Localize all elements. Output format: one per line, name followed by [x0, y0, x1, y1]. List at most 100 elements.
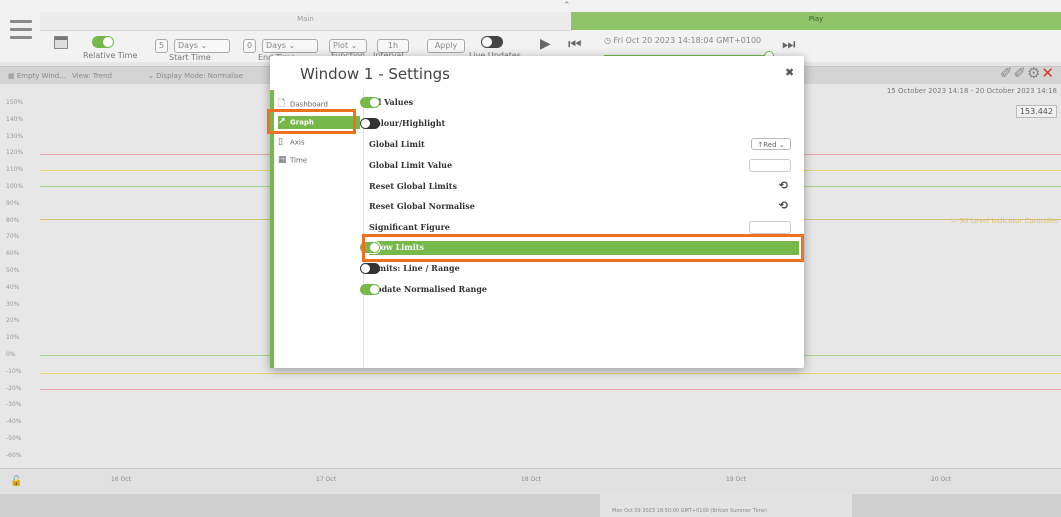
- start-time-label: Start Time: [169, 53, 211, 62]
- limits-line-range-toggle[interactable]: [360, 263, 380, 274]
- global-limit-value: ↑Red: [757, 141, 777, 149]
- setting-label: Significant Figure: [369, 222, 450, 232]
- collapse-caret-icon[interactable]: ⌃: [563, 1, 571, 11]
- end-unit-select[interactable]: Days ⌄: [262, 39, 318, 53]
- setting-label: Global Limit Value: [369, 160, 453, 170]
- update-normalised-range-toggle[interactable]: [360, 284, 380, 295]
- calendar-icon[interactable]: [54, 36, 68, 49]
- play-tab-label: Play: [808, 15, 824, 23]
- x-tick-label: 18 Oct: [521, 476, 541, 483]
- main-tab[interactable]: Main: [40, 12, 571, 31]
- end-unit-value: Days: [266, 41, 286, 50]
- y-tick-label: 30%: [6, 300, 20, 308]
- y-tick-label: 100%: [6, 183, 24, 190]
- live-updates-toggle[interactable]: [481, 36, 503, 48]
- global-limit-value-input[interactable]: [749, 159, 791, 172]
- tag-icon[interactable]: ✐: [1000, 64, 1014, 82]
- y-tick-label: 0%: [6, 351, 16, 358]
- colour-highlight-toggle[interactable]: [360, 118, 380, 129]
- y-tick-label: 50%: [6, 267, 20, 274]
- all-values-toggle[interactable]: [360, 97, 380, 108]
- tag-alt-icon[interactable]: ✐: [1013, 64, 1027, 82]
- highlight-show-limits: [362, 234, 804, 262]
- y-tick-label: 120%: [6, 149, 24, 157]
- setting-global-limit: Global Limit ↑Red ⌄: [369, 138, 799, 152]
- setting-label: Colour/Highlight: [369, 118, 446, 128]
- window-label: ▦ Empty Wind...: [8, 72, 66, 80]
- x-tick-label: 16 Oct: [111, 476, 131, 483]
- y-tick-label: 70%: [6, 233, 20, 241]
- menu-icon[interactable]: [10, 20, 32, 44]
- play-icon[interactable]: ▶: [540, 36, 551, 52]
- chart-range-label: 15 October 2023 14:18 - 20 October 2023 …: [886, 87, 1057, 95]
- y-tick-label: 40%: [6, 283, 20, 291]
- grid-icon: ▦: [8, 72, 15, 80]
- close-icon[interactable]: ✖: [785, 66, 794, 79]
- date-display-text: Fri Oct 20 2023 14:18:04 GMT+0100: [613, 36, 762, 45]
- refresh-icon[interactable]: ⟲: [779, 179, 788, 192]
- skip-end-icon[interactable]: ⏭: [782, 35, 796, 53]
- highlight-graph-nav: [267, 109, 356, 134]
- window-label-text: Empty Wind...: [16, 72, 66, 80]
- y-tick-label: -20%: [6, 384, 22, 392]
- start-unit-value: Days: [178, 41, 198, 50]
- y-tick-label: 90%: [6, 199, 20, 207]
- lock-icon[interactable]: 🔓: [10, 476, 22, 487]
- display-mode-label[interactable]: ⌄ Display Mode: Normalise: [148, 72, 243, 80]
- x-tick-label: 20 Oct: [931, 476, 951, 483]
- y-tick-label: -50%: [6, 435, 22, 442]
- refresh-icon[interactable]: ⟲: [779, 199, 788, 212]
- indicator-label: — 50 Level Indicator Controller: [950, 217, 1059, 225]
- y-tick-label: 80%: [6, 216, 20, 224]
- setting-label: Update Normalised Range: [369, 284, 487, 294]
- date-display: ◷ Fri Oct 20 2023 14:18:04 GMT+0100: [604, 36, 761, 45]
- y-tick-label: 150%: [6, 99, 24, 106]
- dialog-title: Window 1 - Settings: [300, 65, 450, 83]
- y-tick-label: 60%: [6, 250, 20, 258]
- setting-colour-highlight: Colour/Highlight: [360, 117, 799, 131]
- axis-icon: ▯: [278, 137, 283, 147]
- top-toolbar: ⌃ Main Play Relative Time 5 Days ⌄ Start…: [0, 0, 1061, 62]
- setting-reset-global-limits: Reset Global Limits ⟲: [369, 179, 799, 194]
- clock-icon: ◷: [604, 36, 611, 45]
- close-chart-icon[interactable]: ✕: [1041, 64, 1055, 82]
- setting-label: Reset Global Normalise: [369, 201, 475, 211]
- x-tick-label: 17 Oct: [316, 476, 336, 483]
- y-tick-label: -40%: [6, 418, 22, 426]
- y-tick-label: -10%: [6, 367, 22, 375]
- lower-yellow-limit-line: [40, 373, 1061, 374]
- nav-time[interactable]: ▦ Time: [278, 154, 360, 167]
- gear-icon[interactable]: ⚙: [1027, 64, 1041, 82]
- chart-icons: ✐✐⚙✕: [1000, 64, 1055, 82]
- apply-button[interactable]: Apply: [427, 39, 465, 53]
- skip-start-icon[interactable]: ⏮: [568, 35, 582, 53]
- setting-label: Reset Global Limits: [369, 181, 457, 191]
- y-tick-label: 110%: [6, 166, 24, 174]
- setting-global-limit-value: Global Limit Value: [369, 159, 799, 173]
- significant-figure-input[interactable]: [749, 221, 791, 234]
- start-unit-select[interactable]: Days ⌄: [174, 39, 230, 53]
- setting-limits-line-range: Limits: Line / Range: [360, 262, 799, 276]
- play-tab[interactable]: Play: [571, 12, 1061, 30]
- settings-dialog: Window 1 - Settings ✖ 🗋 Dashboard ↗ Graph …: [270, 56, 804, 368]
- global-limit-select[interactable]: ↑Red ⌄: [751, 138, 791, 150]
- indicator-label-text: 50 Level Indicator Controller: [959, 217, 1059, 225]
- nav-axis-label: Axis: [290, 138, 305, 147]
- setting-significant-figure: Significant Figure: [369, 221, 799, 235]
- timeline-scrubber[interactable]: Mon Oct 09 2023 18:50:00 GMT+0100 (Briti…: [0, 494, 1061, 517]
- setting-label: Global Limit: [369, 139, 425, 149]
- view-label[interactable]: View: Trend: [72, 72, 112, 80]
- relative-time-toggle[interactable]: [92, 36, 114, 48]
- function-value: Plot: [333, 41, 349, 50]
- nav-dashboard-label: Dashboard: [290, 100, 328, 109]
- dialog-divider: [363, 90, 364, 368]
- end-value-input[interactable]: 0: [243, 39, 257, 53]
- setting-label: Limits: Line / Range: [369, 263, 460, 273]
- lower-red-limit-line: [40, 389, 1061, 390]
- time-icon: ▦: [278, 155, 287, 165]
- start-value-input[interactable]: 5: [155, 39, 169, 53]
- nav-axis[interactable]: ▯ Axis: [278, 136, 360, 149]
- setting-update-normalised-range: Update Normalised Range: [360, 283, 799, 297]
- y-tick-label: 130%: [6, 132, 24, 140]
- main-tab-label: Main: [297, 15, 314, 23]
